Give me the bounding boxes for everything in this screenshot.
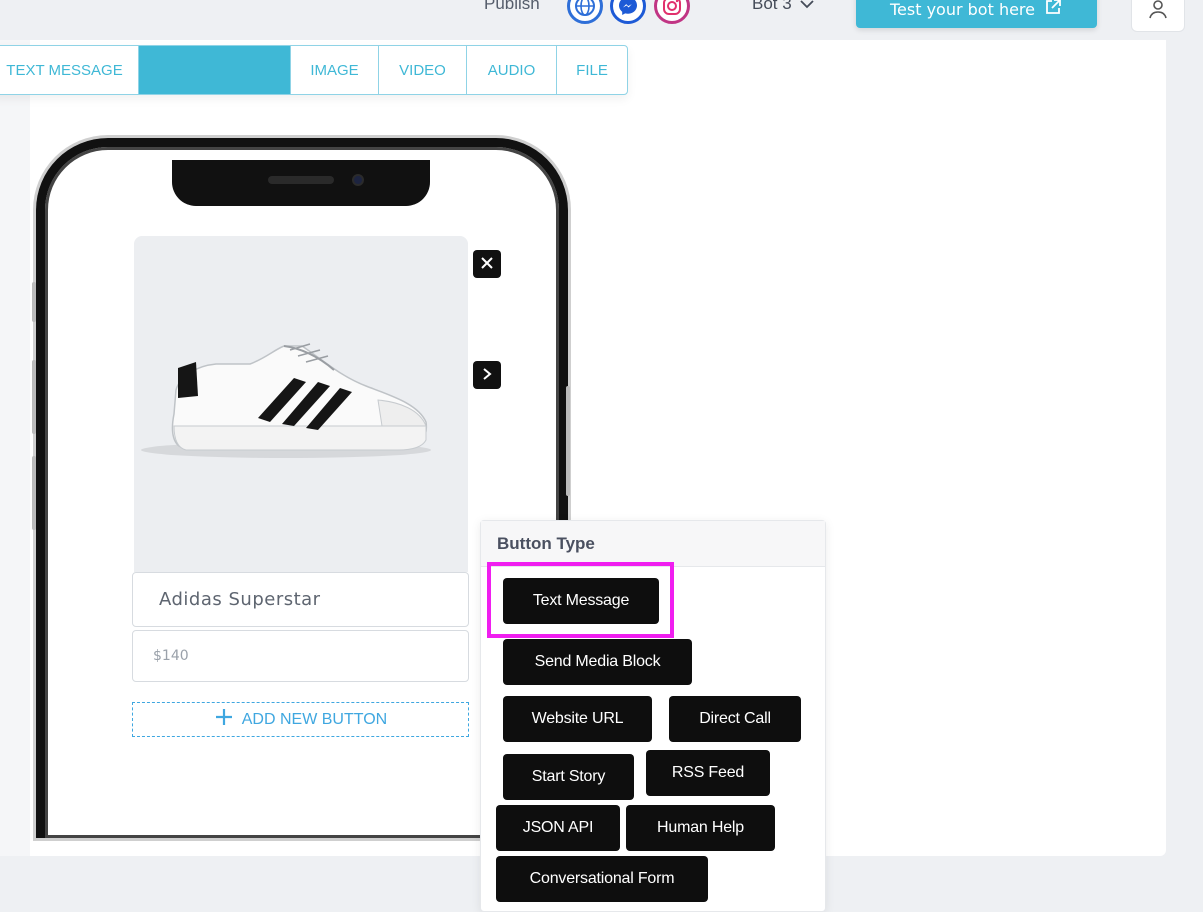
phone-speaker xyxy=(268,176,334,184)
button-type-send-media-block[interactable]: Send Media Block xyxy=(503,639,692,685)
close-icon xyxy=(480,255,494,274)
plus-icon xyxy=(214,707,234,732)
close-card-button[interactable] xyxy=(473,250,501,278)
messenger-icon[interactable] xyxy=(610,0,646,24)
bot-selector[interactable]: Bot 3 xyxy=(752,0,814,14)
instagram-icon[interactable] xyxy=(654,0,690,24)
right-scroll-area xyxy=(1166,40,1203,902)
phone-side-button xyxy=(32,282,36,322)
button-type-start-story[interactable]: Start Story xyxy=(503,754,634,800)
publish-label: Publish xyxy=(484,0,540,13)
chevron-down-icon xyxy=(800,0,814,14)
tab-video[interactable]: VIDEO xyxy=(379,46,467,94)
add-new-button[interactable]: ADD NEW BUTTON xyxy=(132,702,469,737)
phone-side-button xyxy=(32,456,36,530)
sneaker-image xyxy=(141,343,431,458)
phone-side-button xyxy=(32,360,36,434)
button-type-direct-call[interactable]: Direct Call xyxy=(669,696,801,742)
user-account-button[interactable] xyxy=(1131,0,1185,32)
button-type-website-url[interactable]: Website URL xyxy=(503,696,652,742)
test-bot-button[interactable]: Test your bot here xyxy=(856,0,1097,28)
popover-header: Button Type xyxy=(481,521,825,567)
phone-camera xyxy=(352,174,364,186)
selection-highlight xyxy=(487,562,674,638)
tab-file[interactable]: FILE xyxy=(557,46,627,94)
chevron-right-icon xyxy=(481,366,493,385)
tab-audio[interactable]: AUDIO xyxy=(467,46,557,94)
phone-side-button xyxy=(566,386,570,496)
tab-card[interactable] xyxy=(139,46,291,94)
card-title-input[interactable]: Adidas Superstar xyxy=(132,572,469,627)
web-globe-icon[interactable] xyxy=(567,0,603,24)
card-price-input[interactable]: $140 xyxy=(132,630,469,682)
tab-text-message[interactable]: TEXT MESSAGE xyxy=(0,46,139,94)
add-new-button-label: ADD NEW BUTTON xyxy=(241,710,388,728)
button-type-json-api[interactable]: JSON API xyxy=(496,805,620,851)
bot-name: Bot 3 xyxy=(752,0,792,13)
button-type-human-help[interactable]: Human Help xyxy=(626,805,775,851)
button-type-conversational-form[interactable]: Conversational Form xyxy=(496,856,708,902)
content-type-tabs: TEXT MESSAGE IMAGE VIDEO AUDIO FILE xyxy=(0,45,628,95)
external-link-icon xyxy=(1043,0,1063,21)
test-bot-label: Test your bot here xyxy=(889,0,1035,19)
tab-image[interactable]: IMAGE xyxy=(291,46,379,94)
left-panel-edge xyxy=(0,40,30,856)
user-icon xyxy=(1147,0,1169,24)
card-image[interactable] xyxy=(134,236,468,572)
button-type-rss-feed[interactable]: RSS Feed xyxy=(646,750,770,796)
next-card-button[interactable] xyxy=(473,361,501,389)
